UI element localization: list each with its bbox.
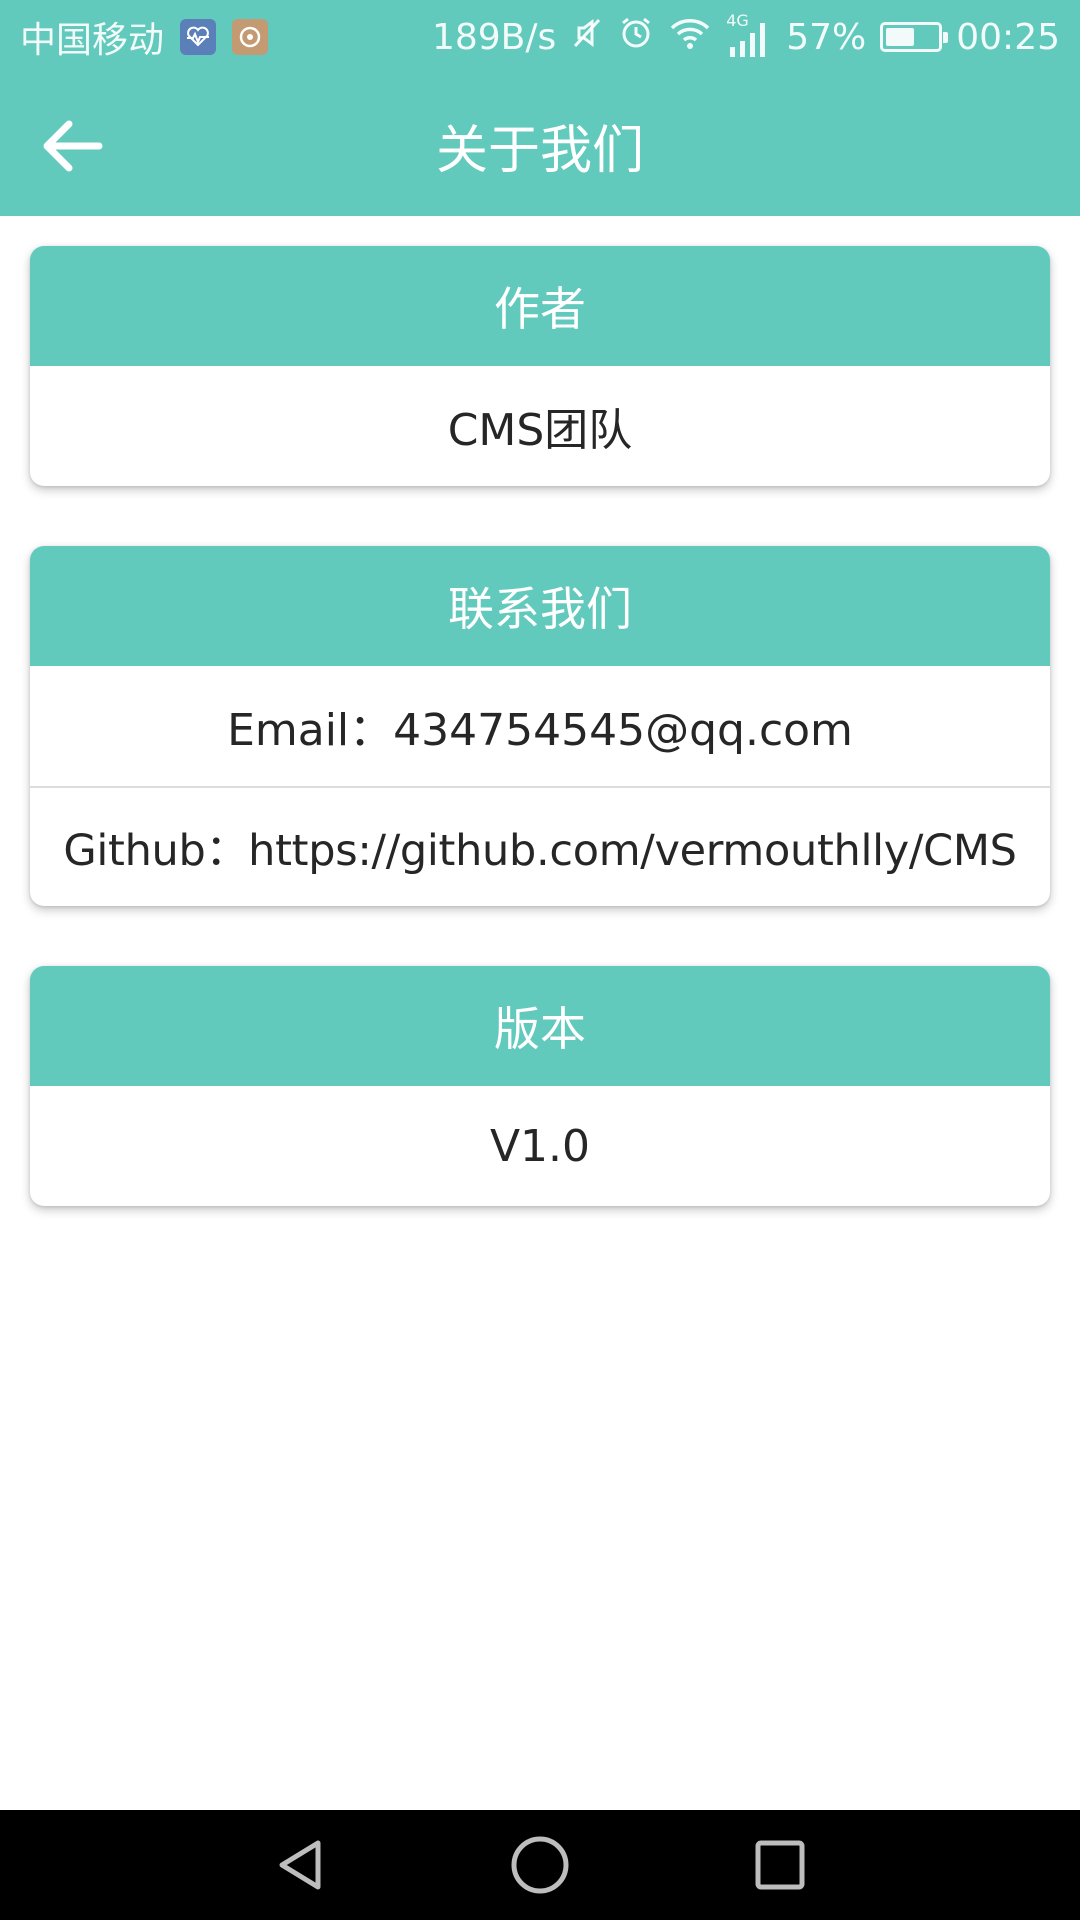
battery-level-fill: [886, 28, 915, 46]
contact-card-header: 联系我们: [30, 546, 1050, 666]
version-card: 版本 V1.0: [30, 966, 1050, 1206]
github-row[interactable]: Github：https://github.com/vermouthlly/CM…: [30, 786, 1050, 906]
home-circle-icon: [511, 1836, 569, 1894]
battery-icon: [880, 22, 949, 52]
alarm-icon: [618, 15, 654, 60]
recents-square-icon: [755, 1840, 805, 1890]
network-speed-label: 189B/s: [431, 16, 557, 58]
author-card: 作者 CMS团队: [30, 246, 1050, 486]
health-app-icon: [180, 19, 217, 55]
version-card-header: 版本: [30, 966, 1050, 1086]
system-navigation-bar: [0, 1810, 1080, 1920]
wifi-icon: [668, 16, 712, 59]
version-value: V1.0: [489, 1120, 591, 1172]
battery-percent-label: 57%: [786, 16, 867, 58]
arrow-left-icon: [43, 120, 103, 172]
email-row[interactable]: Email：434754545@qq.com: [30, 666, 1050, 786]
back-triangle-icon: [279, 1840, 321, 1890]
nav-recents-button[interactable]: [740, 1830, 820, 1900]
clock-label: 00:25: [956, 16, 1060, 58]
author-card-header: 作者: [30, 246, 1050, 366]
page-title: 关于我们: [435, 120, 644, 181]
contact-card: 联系我们 Email：434754545@qq.com Github：https…: [30, 546, 1050, 906]
about-us-screen: 中国移动 189B/s 4G 57% 00:25 关于我们 作者 CMS团队 联…: [0, 0, 1080, 1920]
nav-back-button[interactable]: [260, 1830, 340, 1900]
mute-icon: [570, 16, 604, 59]
signal-icon: 4G: [726, 11, 772, 59]
carrier-label: 中国移动: [20, 20, 165, 61]
back-button[interactable]: [30, 104, 114, 188]
author-value: CMS团队: [447, 405, 633, 456]
app-bar: 关于我们: [0, 74, 1080, 216]
nav-home-button[interactable]: [500, 1830, 580, 1900]
status-bar: 中国移动 189B/s 4G 57% 00:25: [0, 0, 1080, 74]
app-notification-icon: [232, 19, 269, 55]
